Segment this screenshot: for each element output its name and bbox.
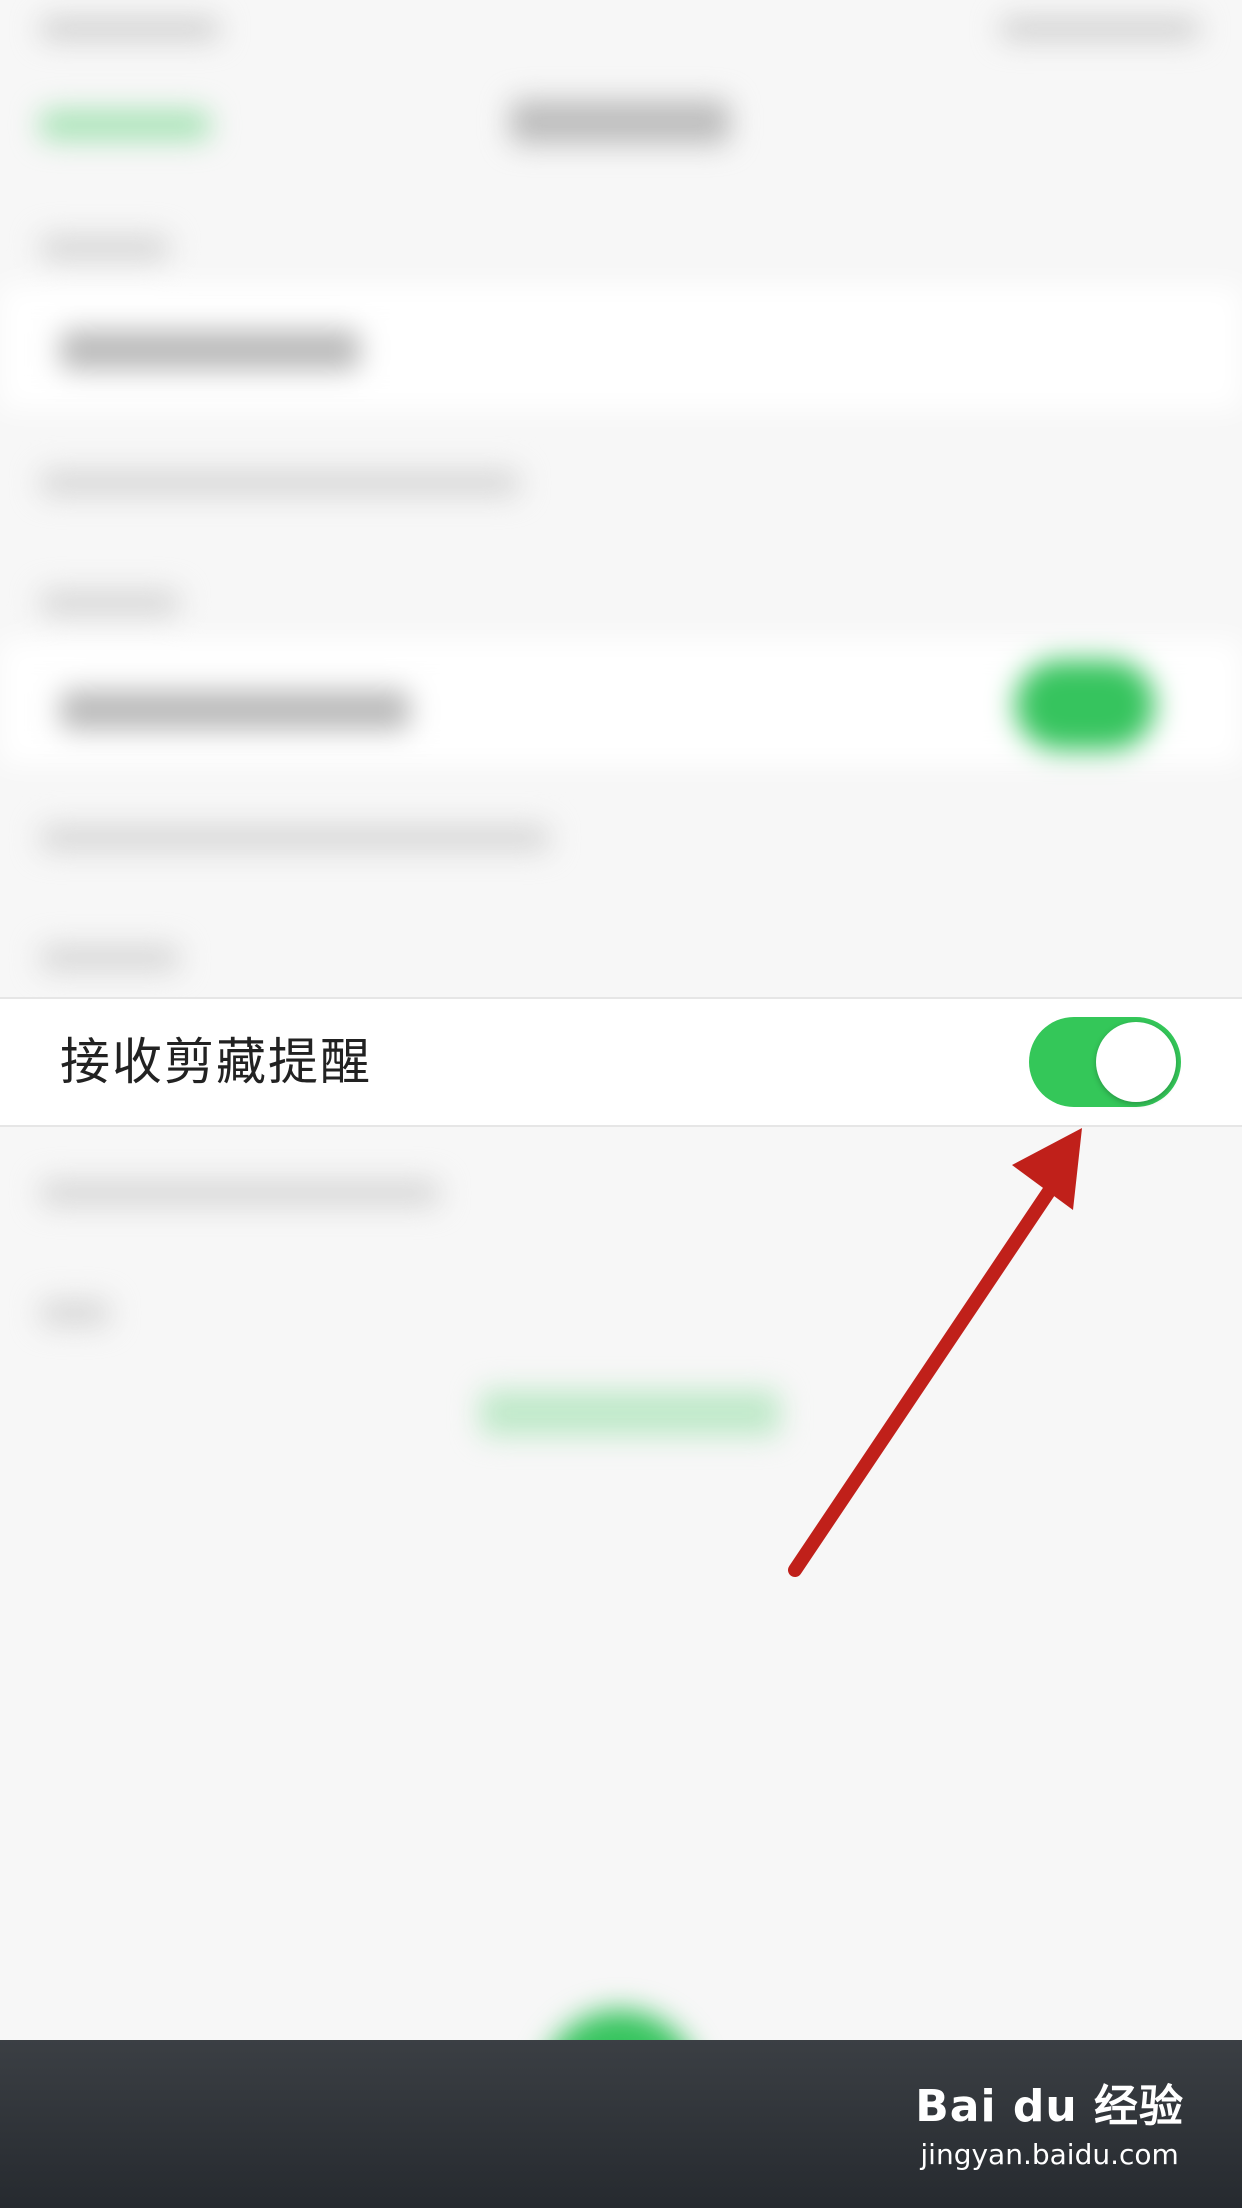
watermark-url: jingyan.baidu.com	[920, 2138, 1179, 2171]
watermark-logo: Bai du 经验	[915, 2081, 1184, 2132]
baidu-jingyan-watermark: Bai du 经验 jingyan.baidu.com	[915, 2070, 1184, 2171]
arrow-shaft	[788, 1168, 1067, 1577]
annotation-arrow	[788, 1128, 1082, 1577]
